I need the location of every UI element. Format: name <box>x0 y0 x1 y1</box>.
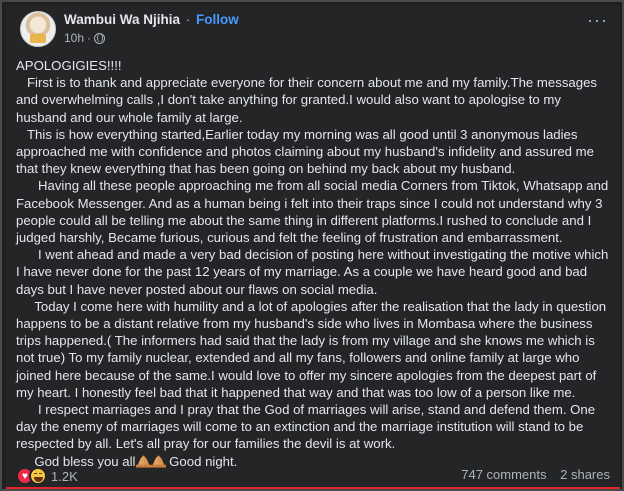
paragraph: I respect marriages and I pray that the … <box>16 402 599 452</box>
comments-count[interactable]: 747 comments <box>461 467 546 482</box>
avatar[interactable] <box>20 11 56 47</box>
paragraph: Having all these people approaching me f… <box>16 178 612 246</box>
reaction-count: 1.2K <box>51 468 78 484</box>
post-body: APOLOGIGIES!!!! First is to thank and ap… <box>16 57 612 470</box>
shares-count[interactable]: 2 shares <box>560 467 610 482</box>
paragraph: APOLOGIGIES!!!! <box>16 58 122 73</box>
engagement-counts: 747 comments 2 shares <box>461 467 610 482</box>
avatar-detail <box>30 34 46 43</box>
screenshot-frame: Wambui Wa Njihia · Follow 10h · ··· APOL… <box>0 0 624 491</box>
facebook-post: Wambui Wa Njihia · Follow 10h · ··· APOL… <box>6 5 620 489</box>
post-timestamp[interactable]: 10h <box>64 31 84 45</box>
paragraph: Today I come here with humility and a lo… <box>16 298 610 400</box>
post-footer: ♥ 1.2K 747 comments 2 shares <box>16 465 612 487</box>
reactions-summary[interactable]: ♥ 1.2K <box>16 467 78 485</box>
follow-button[interactable]: Follow <box>196 12 239 27</box>
haha-reaction-icon <box>29 467 47 485</box>
globe-icon <box>94 32 106 44</box>
author-name[interactable]: Wambui Wa Njihia <box>64 12 180 27</box>
more-options-icon[interactable]: ··· <box>587 11 608 29</box>
paragraph: First is to thank and appreciate everyon… <box>16 75 601 125</box>
meta-separator: · <box>87 31 92 45</box>
post-meta: 10h · <box>64 31 106 45</box>
paragraph: I went ahead and made a very bad decisio… <box>16 247 612 297</box>
paragraph: This is how everything started,Earlier t… <box>16 126 598 177</box>
name-separator: · <box>185 12 191 27</box>
author-row: Wambui Wa Njihia · Follow <box>64 12 239 27</box>
